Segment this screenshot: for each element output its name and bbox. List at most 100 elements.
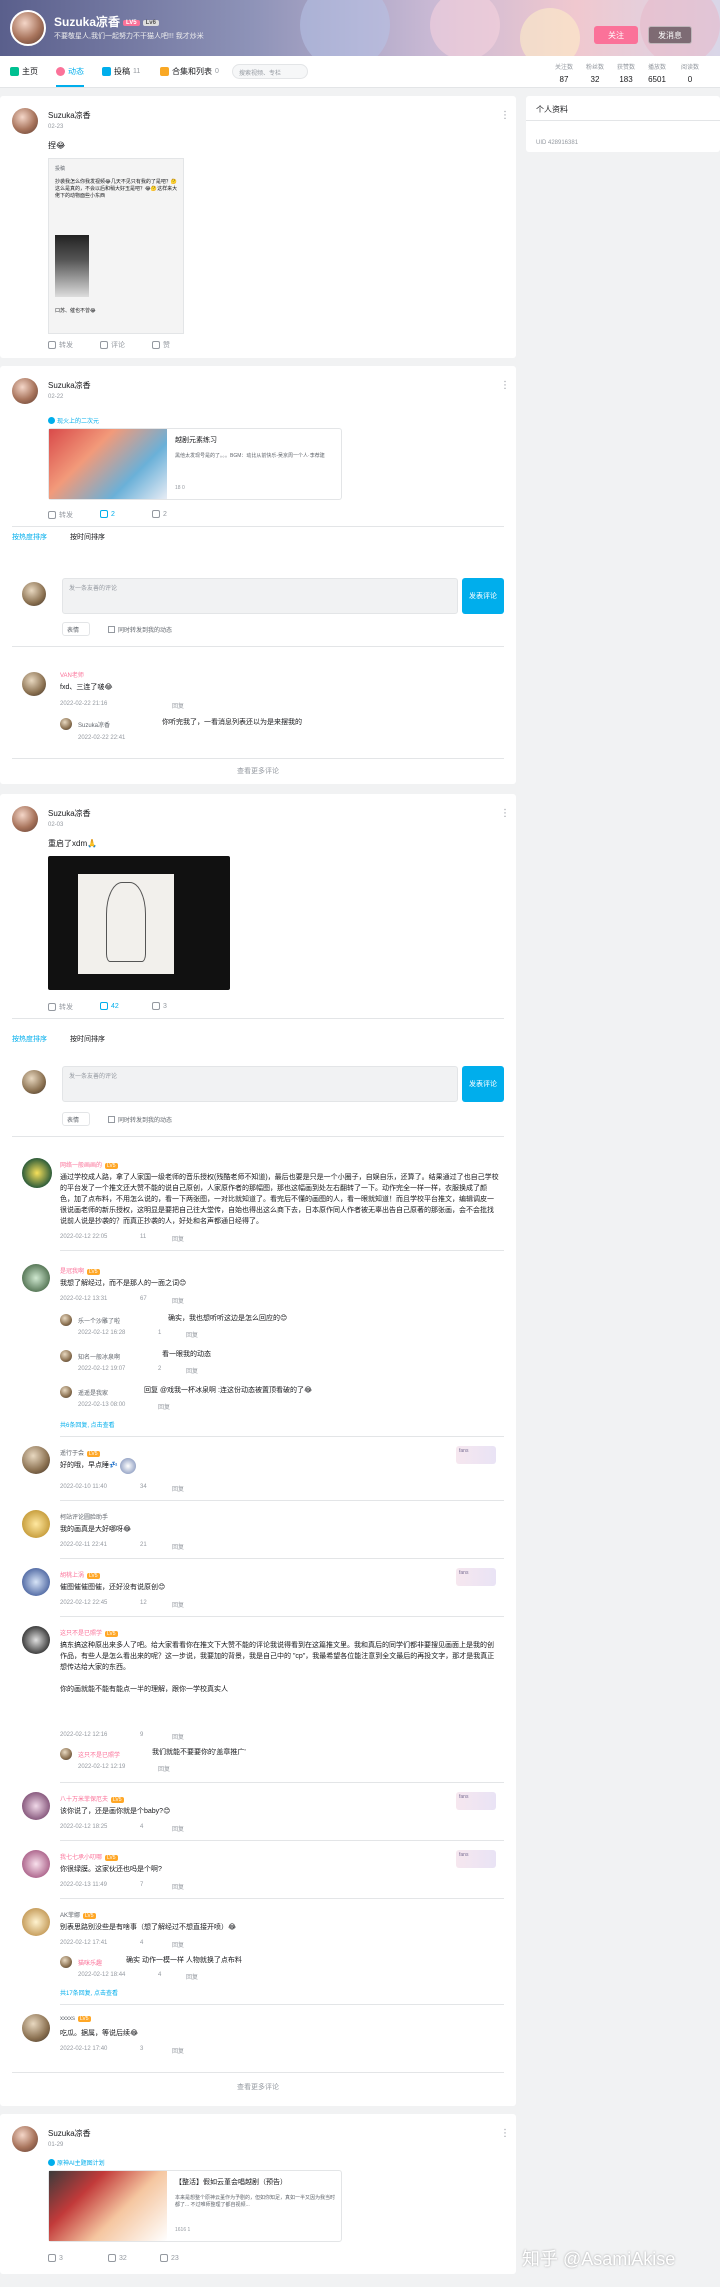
reply-button[interactable]: 回复 xyxy=(172,2046,184,2055)
emoji-button[interactable]: 表情 xyxy=(62,1112,90,1126)
sort-by-hot[interactable]: 按热度排序 xyxy=(12,532,47,542)
comment-avatar[interactable] xyxy=(22,1908,50,1936)
post-avatar[interactable] xyxy=(12,2126,38,2152)
reply-button[interactable]: 回复 xyxy=(172,1296,184,1305)
reply-author[interactable]: 知名一般冰泉啊 xyxy=(78,1352,120,1361)
comment-author[interactable]: 我七七承小叨哪 LV5 xyxy=(60,1852,118,1861)
reply-avatar[interactable] xyxy=(60,1748,72,1760)
post-avatar[interactable] xyxy=(12,806,38,832)
comment-author[interactable]: 这只不是已照学 LV5 xyxy=(60,1628,118,1637)
comment-author[interactable]: 是冠我啊 LV5 xyxy=(60,1266,100,1275)
comment-avatar[interactable] xyxy=(22,672,46,696)
reply-button[interactable]: 回复 xyxy=(186,1972,198,1981)
comment-input[interactable]: 发一条友善的评论 xyxy=(62,1066,458,1102)
forward-checkbox[interactable]: 同时转发到我的动态 xyxy=(108,1115,172,1124)
comment-button[interactable]: 42 xyxy=(100,1002,119,1010)
reply-author[interactable]: 这只不是已照学 xyxy=(78,1750,120,1759)
view-more-replies-link[interactable]: 共6条回复, 点击查看 xyxy=(60,1420,115,1429)
comment-author[interactable]: 胡桃上涡 LV5 xyxy=(60,1570,100,1579)
share-button[interactable]: 转发 xyxy=(48,510,73,520)
comment-likes[interactable]: 4 xyxy=(140,1824,143,1830)
comment-likes[interactable]: 21 xyxy=(140,1542,147,1548)
comment-avatar[interactable] xyxy=(22,1158,52,1188)
reply-likes[interactable]: 1 xyxy=(158,1330,161,1336)
checkbox[interactable] xyxy=(108,626,115,633)
more-options-icon[interactable]: ⋮ xyxy=(500,2128,510,2139)
comment-avatar[interactable] xyxy=(22,1792,50,1820)
comment-avatar[interactable] xyxy=(22,1446,50,1474)
emoji-button[interactable]: 表情 xyxy=(62,622,90,636)
reply-likes[interactable]: 4 xyxy=(158,1972,161,1978)
comment-avatar[interactable] xyxy=(22,1568,50,1596)
message-button[interactable]: 发消息 xyxy=(648,26,692,44)
tab-uploads[interactable]: 投稿 11 xyxy=(102,66,140,77)
post-avatar[interactable] xyxy=(12,108,38,134)
send-comment-button[interactable]: 发表评论 xyxy=(462,578,504,614)
comment-author[interactable]: 遥行于会 LV5 xyxy=(60,1448,100,1457)
like-button[interactable]: 2 xyxy=(152,510,167,518)
comment-likes[interactable]: 9 xyxy=(140,1732,143,1738)
reply-button[interactable]: 回复 xyxy=(172,1542,184,1551)
share-button[interactable]: 转发 xyxy=(48,340,73,350)
topic-tag[interactable]: 原神AI主题图计划 xyxy=(48,2158,105,2167)
more-options-icon[interactable]: ⋮ xyxy=(500,110,510,121)
reply-avatar[interactable] xyxy=(60,1314,72,1326)
topic-tag[interactable]: 现火上的二次元 xyxy=(48,416,99,425)
share-button[interactable]: 3 xyxy=(48,2254,63,2262)
post-image[interactable] xyxy=(48,856,230,990)
comment-button[interactable]: 评论 xyxy=(100,340,125,350)
follow-button[interactable]: 关注 xyxy=(594,26,638,44)
comment-avatar[interactable] xyxy=(22,1626,50,1654)
comment-author[interactable]: 柯站评论圆脸助手 xyxy=(60,1512,108,1521)
reply-button[interactable]: 回复 xyxy=(186,1330,198,1339)
reply-avatar[interactable] xyxy=(60,718,72,730)
space-search-input[interactable]: 搜索视频、专栏 xyxy=(232,64,308,79)
reply-author[interactable]: 乐一个沙雕了啦 xyxy=(78,1316,120,1325)
post-author[interactable]: Suzuka凉香 xyxy=(48,110,91,121)
reply-button[interactable]: 回复 xyxy=(172,1824,184,1833)
post-author[interactable]: Suzuka凉香 xyxy=(48,380,91,391)
like-button[interactable]: 23 xyxy=(160,2254,179,2262)
reply-button[interactable]: 回复 xyxy=(172,1484,184,1493)
checkbox[interactable] xyxy=(108,1116,115,1123)
comment-likes[interactable]: 7 xyxy=(140,1882,143,1888)
send-comment-button[interactable]: 发表评论 xyxy=(462,1066,504,1102)
comment-likes[interactable]: 34 xyxy=(140,1484,147,1490)
comment-likes[interactable]: 12 xyxy=(140,1600,147,1606)
tab-dynamic[interactable]: 动态 xyxy=(56,66,84,77)
post-author[interactable]: Suzuka凉香 xyxy=(48,2128,91,2139)
forward-checkbox[interactable]: 同时转发到我的动态 xyxy=(108,625,172,634)
post-author[interactable]: Suzuka凉香 xyxy=(48,808,91,819)
reply-avatar[interactable] xyxy=(60,1956,72,1968)
reply-button[interactable]: 回复 xyxy=(158,1764,170,1773)
reply-button[interactable]: 回复 xyxy=(186,1366,198,1375)
more-comments-link[interactable]: 查看更多评论 xyxy=(0,766,516,776)
comment-avatar[interactable] xyxy=(22,1264,50,1292)
reply-button[interactable]: 回复 xyxy=(172,1882,184,1891)
sort-by-time[interactable]: 按时间排序 xyxy=(70,1034,105,1044)
reply-button[interactable]: 回复 xyxy=(172,1600,184,1609)
reply-button[interactable]: 回复 xyxy=(172,1234,184,1243)
profile-avatar[interactable] xyxy=(10,10,46,46)
sort-by-hot[interactable]: 按热度排序 xyxy=(12,1034,47,1044)
comment-avatar[interactable] xyxy=(22,1850,50,1878)
comment-likes[interactable]: 3 xyxy=(140,2046,143,2052)
reply-likes[interactable]: 2 xyxy=(158,1366,161,1372)
reply-avatar[interactable] xyxy=(60,1386,72,1398)
forwarded-screenshot[interactable]: 投稿 抄袭我怎么你我发视频😂几天不见只有我的了是吧？🤔这么是真的，不会以后和稍大… xyxy=(48,158,184,334)
reply-avatar[interactable] xyxy=(60,1350,72,1362)
reply-author[interactable]: Suzuka凉香 xyxy=(78,720,110,729)
share-button[interactable]: 转发 xyxy=(48,1002,73,1012)
article-card[interactable]: 【整活】假如云堇会唱越剧（预告） 本来是想整个原神云堇作为予剧的，但如你知足，真… xyxy=(48,2170,342,2242)
comment-button[interactable]: 2 xyxy=(100,510,115,518)
tab-home[interactable]: 主页 xyxy=(10,66,38,77)
comment-avatar[interactable] xyxy=(22,2014,50,2042)
comment-author[interactable]: xxxxs LV5 xyxy=(60,2016,91,2022)
post-avatar[interactable] xyxy=(12,378,38,404)
like-button[interactable]: 赞 xyxy=(152,340,170,350)
view-more-replies-link[interactable]: 共17条回复, 点击查看 xyxy=(60,1988,118,1997)
more-comments-link[interactable]: 查看更多评论 xyxy=(0,2082,516,2092)
reply-button[interactable]: 回复 xyxy=(158,1402,170,1411)
reply-author[interactable]: 猫咪乐趣 xyxy=(78,1958,102,1967)
reply-author[interactable]: 遥遥是我家 xyxy=(78,1388,108,1397)
